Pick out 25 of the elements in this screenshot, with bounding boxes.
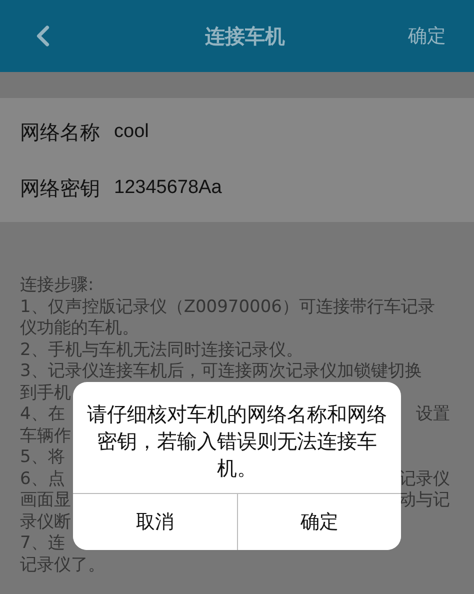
step-text: 画面显 — [20, 489, 71, 512]
step-text: 4、在 — [20, 403, 65, 426]
dialog-button[interactable]: 确定 — [236, 494, 401, 550]
step-text: 仪功能的车机。 — [20, 317, 139, 340]
page-title: 连接车机 — [205, 22, 285, 50]
step-text: 连接步骤: — [20, 274, 94, 296]
step-text: 6、点 — [20, 468, 65, 490]
step-text: 动与记 — [399, 489, 450, 512]
field-label: 网络密钥 — [20, 174, 100, 202]
field-value[interactable]: 12345678Aa — [114, 177, 222, 199]
step-text: 设置 — [416, 403, 450, 426]
step-text: 记录仪 — [399, 468, 450, 490]
step-text: 3、记录仪连接车机后，可连接两次记录仪加锁键切换 — [20, 360, 422, 382]
confirm-button[interactable]: 确定 — [408, 23, 446, 49]
step-text: 记录仪了。 — [20, 554, 105, 576]
field-value[interactable]: cool — [114, 121, 149, 143]
step-text: 5、将 — [20, 446, 65, 468]
step-text: 1、仅声控版记录仪（Z00970006）可连接带行车记录 — [20, 296, 435, 318]
field-label: 网络名称 — [20, 118, 100, 146]
step-text: 2、手机与车机无法同时连接记录仪。 — [20, 338, 303, 361]
alert-message: 请仔细核对车机的网络名称和网络密钥，若输入错误则无法连接车机。 — [86, 401, 388, 482]
step-text: 到手机 — [20, 382, 71, 404]
step-text: 车辆作 — [20, 424, 71, 447]
step-text: 7、连 — [20, 532, 65, 554]
step-text: 录仪断 — [20, 510, 71, 533]
